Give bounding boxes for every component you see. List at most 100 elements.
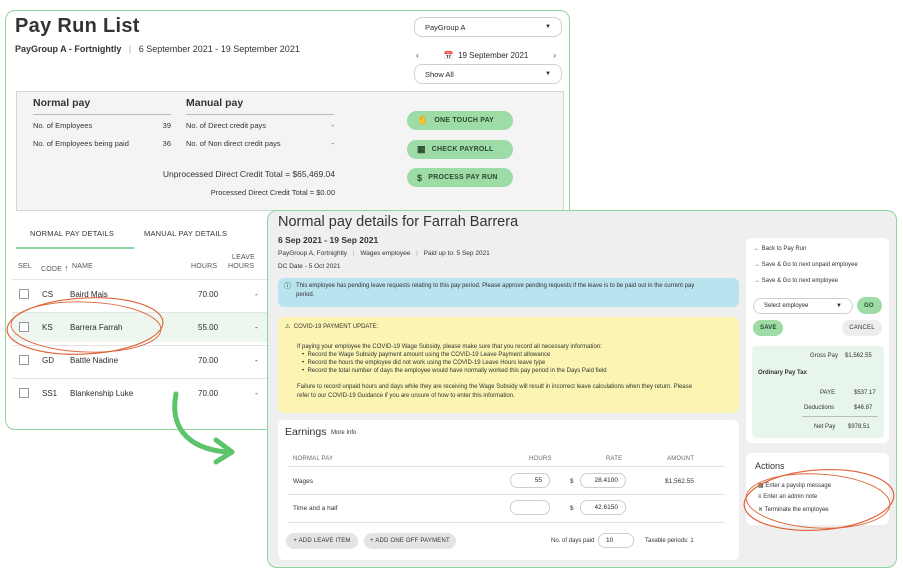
add-one-off-payment-button[interactable]: + ADD ONE OFF PAYMENT (364, 533, 456, 549)
row-name: Blankenship Luke (70, 389, 134, 398)
employees-paid-label: No. of Employees being paid (33, 139, 129, 148)
annotation-circle (6, 297, 164, 355)
deductions-label: Deductions (804, 405, 835, 411)
calendar-icon: 📅 (443, 50, 454, 60)
covid-warning: ⚠ COVID-19 PAYMENT UPDATE: If paying you… (278, 317, 739, 413)
rate-value: 42.6150 (594, 504, 619, 511)
non-direct-credit-label: No. of Non direct credit pays (186, 139, 281, 148)
green-arrow-icon (172, 391, 235, 465)
unprocessed-total: Unprocessed Direct Credit Total = $65,46… (162, 169, 335, 179)
process-pay-run-button[interactable]: $ PROCESS PAY RUN (407, 168, 513, 187)
direct-credit-value: - (331, 121, 335, 130)
back-to-pay-run-link[interactable]: ← Back to Pay Run (754, 246, 806, 252)
column-header-amount: AMOUNT (667, 456, 695, 462)
column-header-hours: HOURS (191, 263, 218, 270)
hours-input[interactable]: 55 (510, 473, 550, 488)
info-text-line-2: period. (296, 292, 315, 298)
row-hours: 70.00 (198, 290, 219, 299)
deductions-value: $46.87 (854, 405, 873, 411)
more-info-link[interactable]: More Info (331, 430, 356, 436)
filter-select[interactable]: Show All ▼ (414, 64, 562, 84)
processed-total: Processed Direct Credit Total = $0.00 (210, 188, 335, 197)
column-header-leave: LEAVE (232, 254, 256, 261)
rate-input[interactable]: 28.4100 (580, 473, 626, 488)
pay-summary-box: Normal pay No. of Employees 39 No. of Em… (16, 91, 564, 211)
save-next-employee-link[interactable]: → Save & Go to next employee (754, 278, 838, 284)
column-header-label: CODE (41, 266, 63, 273)
one-touch-pay-button[interactable]: ✋ ONE TOUCH PAY (407, 111, 513, 130)
row-hours: 70.00 (198, 356, 219, 365)
rate-input[interactable]: 42.6150 (580, 500, 626, 515)
column-header-name: NAME (72, 263, 94, 270)
row-checkbox[interactable] (19, 388, 29, 398)
earning-label: Time and a half (293, 505, 338, 512)
arrow-left-icon: ← (754, 246, 760, 252)
paye-label: PAYE (820, 390, 836, 396)
column-header-code[interactable]: CODE ↑ (41, 263, 69, 273)
separator: | (416, 250, 418, 257)
row-code: SS1 (42, 389, 58, 398)
employees-label: No. of Employees (33, 121, 93, 130)
link-label: Save & Go to next unpaid employee (761, 262, 858, 268)
normal-pay-heading: Normal pay (33, 97, 91, 109)
divider (802, 416, 878, 417)
paygroup-select[interactable]: PayGroup A ▼ (414, 17, 562, 37)
days-paid-label: No. of days paid (551, 538, 595, 544)
chevron-down-icon: ▼ (836, 303, 842, 309)
money-icon: $ (417, 172, 423, 183)
employees-value: 39 (162, 121, 171, 130)
row-hours: 55.00 (198, 323, 219, 332)
chevron-down-icon: ▼ (545, 24, 551, 30)
taxable-periods: Taxable periods: 1 (645, 538, 694, 544)
row-leave: - (255, 290, 258, 299)
days-paid-input[interactable]: 10 (598, 533, 634, 548)
hours-value: 55 (534, 477, 542, 484)
tab-normal-pay-details[interactable]: NORMAL PAY DETAILS (30, 229, 114, 238)
direct-credit-label: No. of Direct credit pays (186, 121, 267, 130)
meta-paid-up-to: Paid up to: 5 Sep 2021 (423, 250, 490, 257)
details-meta: PayGroup A, Fortnightly | Wages employee… (278, 250, 490, 257)
link-label: Back to Pay Run (761, 246, 807, 252)
active-tab-indicator (16, 247, 134, 249)
currency-symbol: $ (570, 478, 574, 485)
non-direct-credit-value: - (331, 139, 335, 148)
date-display[interactable]: 📅 19 September 2021 (444, 51, 529, 60)
chevron-down-icon: ▼ (545, 71, 551, 77)
bullet-text: Record the total number of days the empl… (307, 368, 607, 374)
tab-manual-pay-details[interactable]: MANUAL PAY DETAILS (144, 229, 227, 238)
pending-leave-info: ⓘ This employee has pending leave reques… (278, 278, 739, 307)
column-header-normal-pay: NORMAL PAY (293, 456, 334, 462)
net-pay-label: Net Pay (814, 424, 836, 430)
next-date-button[interactable]: › (553, 51, 556, 60)
days-paid-value: 10 (606, 537, 614, 544)
earning-label: Wages (293, 478, 313, 485)
net-pay-value: $978.51 (848, 424, 870, 430)
warning-bullet: • Record the Wage Subsidy payment amount… (302, 352, 551, 358)
prev-date-button[interactable]: ‹ (416, 51, 419, 60)
warning-bullet: • Record the hours the employee did not … (302, 360, 546, 366)
save-button[interactable]: SAVE (753, 320, 783, 336)
sort-up-icon: ↑ (64, 263, 69, 273)
currency-symbol: $ (570, 505, 574, 512)
save-next-unpaid-link[interactable]: → Save & Go to next unpaid employee (754, 262, 858, 268)
add-leave-item-button[interactable]: + ADD LEAVE ITEM (286, 533, 358, 549)
hours-input[interactable] (510, 500, 550, 515)
arrow-right-icon: → (754, 278, 760, 284)
pay-run-subtitle: PayGroup A - Fortnightly | 6 September 2… (15, 44, 300, 54)
cancel-button[interactable]: CANCEL (842, 320, 882, 336)
divider (287, 494, 725, 495)
select-employee-dropdown[interactable]: Select employee ▼ (753, 298, 853, 314)
column-header-hours: HOURS (529, 456, 552, 462)
warning-footer-2: refer to our COVID-19 Guidance if you ar… (297, 393, 515, 399)
warning-footer-1: Failure to record unpaid hours and days … (297, 384, 692, 390)
button-label: PROCESS PAY RUN (428, 174, 498, 181)
gross-pay-label: Gross Pay (810, 353, 839, 359)
warning-bullet: • Record the total number of days the em… (302, 368, 607, 374)
filter-select-value: Show All (425, 69, 454, 79)
arrow-right-icon: → (754, 262, 760, 268)
column-header-leave-hours: HOURS (228, 263, 255, 270)
details-date-range: 6 Sep 2021 - 19 Sep 2021 (278, 235, 379, 245)
check-payroll-button[interactable]: ▦ CHECK PAYROLL (407, 140, 513, 159)
go-button[interactable]: GO (857, 297, 882, 314)
page-title: Pay Run List (15, 15, 140, 37)
